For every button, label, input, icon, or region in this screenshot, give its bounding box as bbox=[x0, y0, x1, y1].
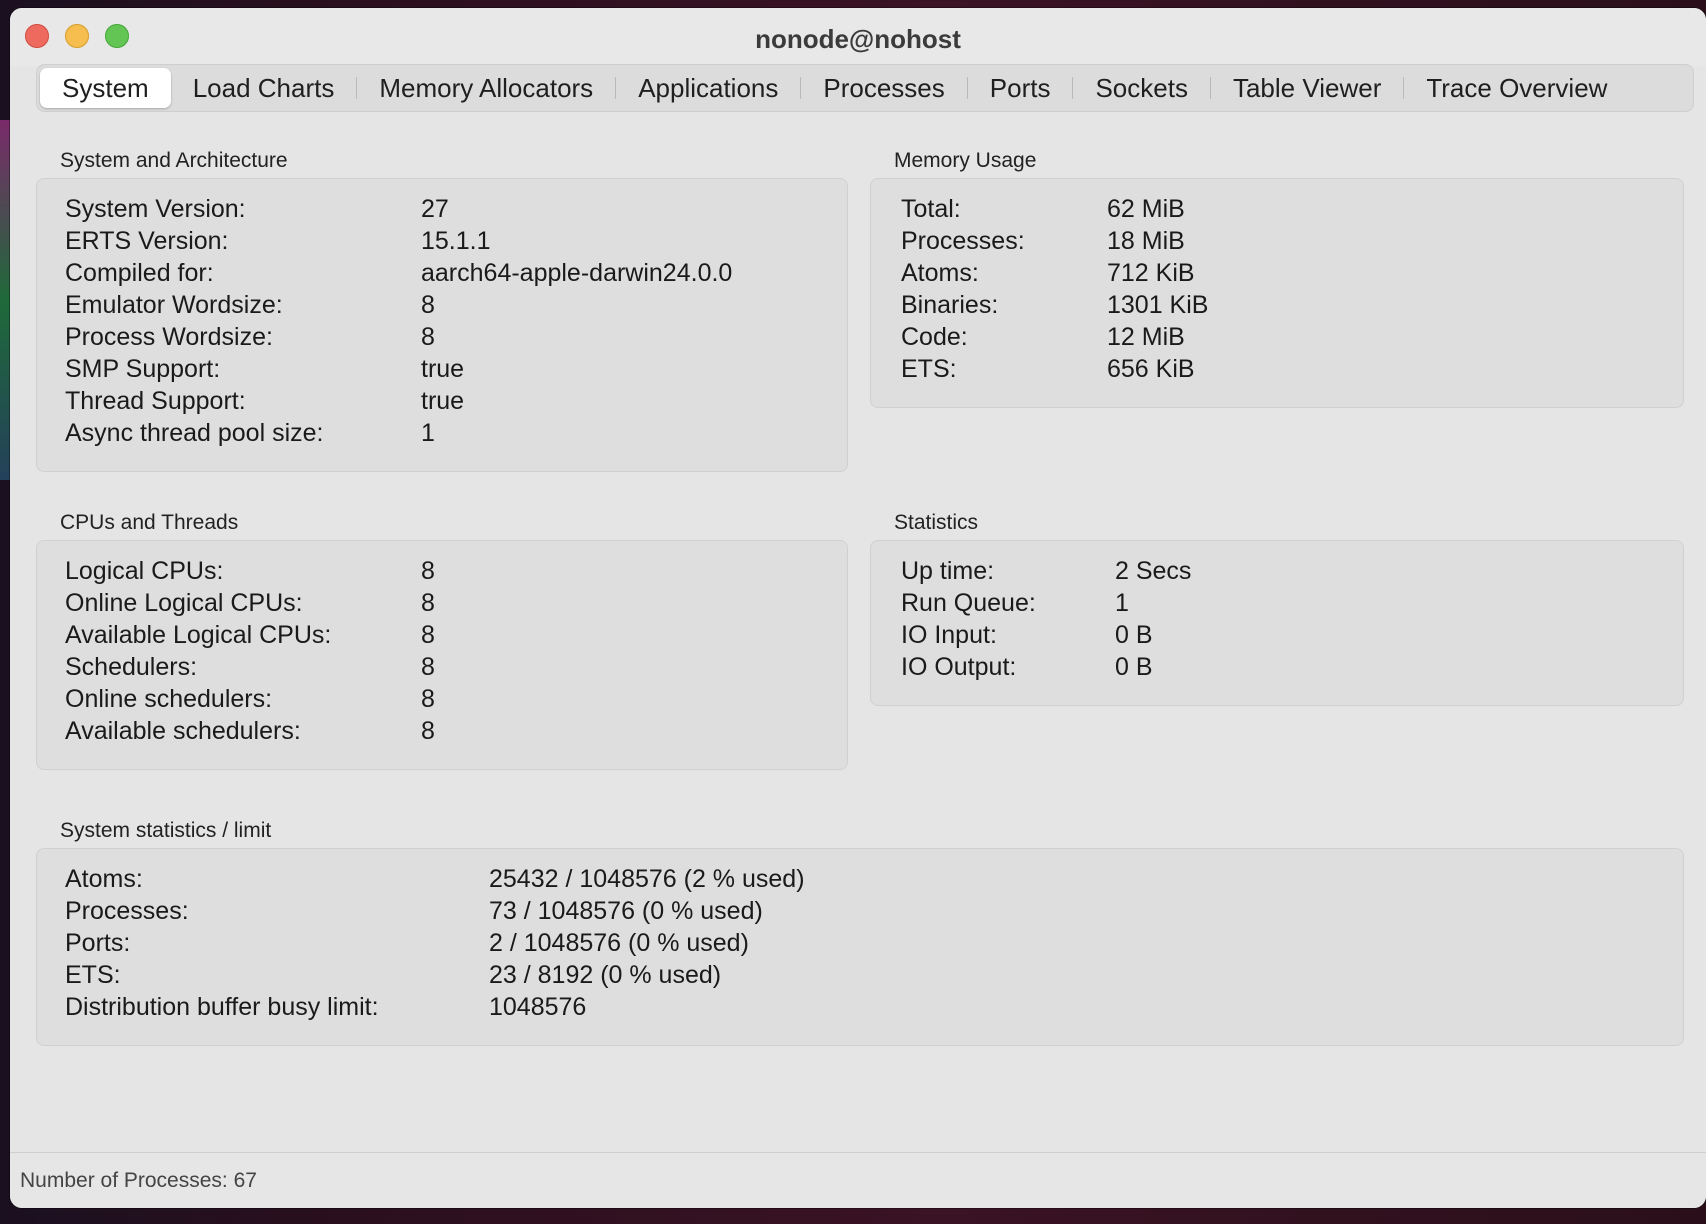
window-title: nonode@nohost bbox=[755, 24, 961, 54]
schedulers-label: Schedulers: bbox=[65, 653, 198, 681]
tab-load-charts[interactable]: Load Charts bbox=[171, 68, 357, 108]
memory-total-value: 62 MiB bbox=[1107, 195, 1185, 223]
memory-atoms-label: Atoms: bbox=[901, 259, 979, 287]
schedulers-value: 8 bbox=[421, 653, 435, 681]
distribution-buffer-value: 1048576 bbox=[489, 993, 587, 1021]
compiled-for-label: Compiled for: bbox=[65, 259, 214, 287]
io-input-value: 0 B bbox=[1115, 621, 1153, 649]
run-queue-value: 1 bbox=[1115, 589, 1129, 617]
async-pool-size-label: Async thread pool size: bbox=[65, 419, 324, 447]
desktop-background bbox=[0, 120, 10, 480]
limit-atoms-value: 25432 / 1048576 (2 % used) bbox=[489, 865, 805, 893]
memory-total-label: Total: bbox=[901, 195, 961, 223]
uptime-label: Up time: bbox=[901, 557, 995, 585]
smp-support-value: true bbox=[421, 355, 465, 383]
observer-window: nonode@nohost System Load Charts Memory … bbox=[10, 8, 1706, 1208]
status-bar: Number of Processes: 67 bbox=[10, 1152, 1706, 1208]
run-queue-label: Run Queue: bbox=[901, 589, 1036, 617]
memory-usage-panel: Total: 62 MiB Processes: 18 MiB Atoms: 7… bbox=[870, 178, 1684, 408]
system-version-label: System Version: bbox=[65, 195, 246, 223]
emulator-wordsize-value: 8 bbox=[421, 291, 435, 319]
distribution-buffer-label: Distribution buffer busy limit: bbox=[65, 993, 379, 1021]
memory-binaries-label: Binaries: bbox=[901, 291, 999, 319]
limit-atoms-label: Atoms: bbox=[65, 865, 143, 893]
async-pool-size-value: 1 bbox=[421, 419, 435, 447]
tab-processes[interactable]: Processes bbox=[801, 68, 966, 108]
statistics-panel: Up time: 2 Secs Run Queue: 1 IO Input: 0… bbox=[870, 540, 1684, 706]
limit-ports-label: Ports: bbox=[65, 929, 131, 957]
tab-sockets[interactable]: Sockets bbox=[1073, 68, 1210, 108]
limit-processes-label: Processes: bbox=[65, 897, 189, 925]
online-logical-cpus-value: 8 bbox=[421, 589, 435, 617]
memory-code-label: Code: bbox=[901, 323, 968, 351]
system-architecture-heading: System and Architecture bbox=[60, 149, 288, 172]
smp-support-label: SMP Support: bbox=[65, 355, 221, 383]
available-schedulers-label: Available schedulers: bbox=[65, 717, 301, 745]
io-output-value: 0 B bbox=[1115, 653, 1153, 681]
memory-binaries-value: 1301 KiB bbox=[1107, 291, 1209, 319]
online-logical-cpus-label: Online Logical CPUs: bbox=[65, 589, 303, 617]
system-version-value: 27 bbox=[421, 195, 449, 223]
thread-support-label: Thread Support: bbox=[65, 387, 246, 415]
tab-memory-allocators[interactable]: Memory Allocators bbox=[357, 68, 615, 108]
erts-version-value: 15.1.1 bbox=[421, 227, 491, 255]
memory-processes-label: Processes: bbox=[901, 227, 1025, 255]
available-logical-cpus-label: Available Logical CPUs: bbox=[65, 621, 332, 649]
available-logical-cpus-value: 8 bbox=[421, 621, 435, 649]
tab-bar: System Load Charts Memory Allocators App… bbox=[36, 64, 1694, 112]
process-wordsize-label: Process Wordsize: bbox=[65, 323, 273, 351]
memory-processes-value: 18 MiB bbox=[1107, 227, 1185, 255]
system-architecture-panel: System Version: 27 ERTS Version: 15.1.1 … bbox=[36, 178, 848, 472]
limit-ets-value: 23 / 8192 (0 % used) bbox=[489, 961, 722, 989]
uptime-value: 2 Secs bbox=[1115, 557, 1192, 585]
compiled-for-value: aarch64-apple-darwin24.0.0 bbox=[421, 259, 733, 287]
system-limits-panel: Atoms: 25432 / 1048576 (2 % used) Proces… bbox=[36, 848, 1684, 1046]
process-wordsize-value: 8 bbox=[421, 323, 435, 351]
memory-ets-label: ETS: bbox=[901, 355, 957, 383]
available-schedulers-value: 8 bbox=[421, 717, 435, 745]
thread-support-value: true bbox=[421, 387, 465, 415]
tab-applications[interactable]: Applications bbox=[616, 68, 800, 108]
tab-system[interactable]: System bbox=[40, 68, 171, 108]
limit-ets-label: ETS: bbox=[65, 961, 121, 989]
memory-code-value: 12 MiB bbox=[1107, 323, 1185, 351]
io-input-label: IO Input: bbox=[901, 621, 997, 649]
tab-table-viewer[interactable]: Table Viewer bbox=[1211, 68, 1403, 108]
cpus-threads-heading: CPUs and Threads bbox=[60, 511, 239, 534]
logical-cpus-value: 8 bbox=[421, 557, 435, 585]
online-schedulers-value: 8 bbox=[421, 685, 435, 713]
memory-ets-value: 656 KiB bbox=[1107, 355, 1195, 383]
memory-usage-heading: Memory Usage bbox=[894, 149, 1037, 172]
erts-version-label: ERTS Version: bbox=[65, 227, 229, 255]
cpus-threads-panel: Logical CPUs: 8 Online Logical CPUs: 8 A… bbox=[36, 540, 848, 770]
tab-ports[interactable]: Ports bbox=[968, 68, 1073, 108]
limit-ports-value: 2 / 1048576 (0 % used) bbox=[489, 929, 749, 957]
title-bar[interactable]: nonode@nohost bbox=[10, 8, 1706, 66]
limit-processes-value: 73 / 1048576 (0 % used) bbox=[489, 897, 763, 925]
system-limits-heading: System statistics / limit bbox=[60, 819, 272, 842]
logical-cpus-label: Logical CPUs: bbox=[65, 557, 224, 585]
emulator-wordsize-label: Emulator Wordsize: bbox=[65, 291, 283, 319]
online-schedulers-label: Online schedulers: bbox=[65, 685, 273, 713]
statistics-heading: Statistics bbox=[894, 511, 979, 534]
tab-trace-overview[interactable]: Trace Overview bbox=[1404, 68, 1629, 108]
io-output-label: IO Output: bbox=[901, 653, 1017, 681]
process-count-status: Number of Processes: 67 bbox=[20, 1169, 257, 1192]
memory-atoms-value: 712 KiB bbox=[1107, 259, 1195, 287]
